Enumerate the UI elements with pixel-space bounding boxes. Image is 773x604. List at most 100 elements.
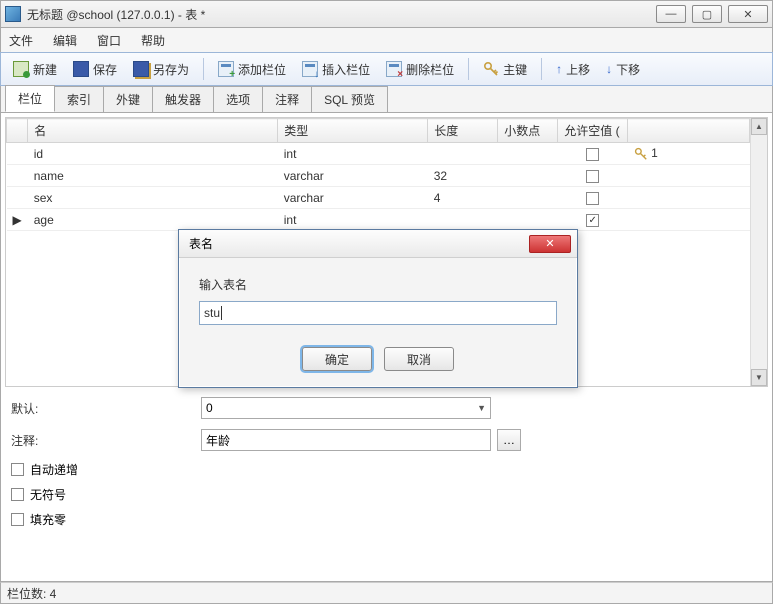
zerofill-checkbox[interactable] — [11, 513, 24, 526]
cell-null[interactable] — [558, 209, 628, 231]
cell-null[interactable] — [558, 143, 628, 165]
nullable-checkbox[interactable] — [586, 214, 599, 227]
cell-name[interactable]: id — [28, 143, 278, 165]
toolbar-add-column[interactable]: 添加栏位 — [212, 58, 292, 81]
tab-comment[interactable]: 注释 — [262, 86, 312, 112]
cell-pk[interactable] — [628, 165, 750, 187]
comment-more-button[interactable]: … — [497, 429, 521, 451]
cell-length[interactable] — [428, 143, 498, 165]
toolbar-move-up[interactable]: ↑ 上移 — [550, 58, 596, 81]
toolbar-move-down[interactable]: ↓ 下移 — [600, 58, 646, 81]
cell-pk[interactable] — [628, 209, 750, 231]
dialog-close-button[interactable]: ✕ — [529, 235, 571, 253]
table-row[interactable]: idint 1 — [7, 143, 750, 165]
window-titlebar: 无标题 @school (127.0.0.1) - 表 * — ▢ ✕ — [0, 0, 773, 28]
arrow-down-icon: ↓ — [606, 62, 612, 76]
grid-header-marker — [7, 119, 28, 143]
row-marker — [7, 143, 28, 165]
text-cursor — [221, 306, 222, 320]
default-select[interactable]: 0 ▼ — [201, 397, 491, 419]
cell-decimal[interactable] — [498, 143, 558, 165]
menu-help[interactable]: 帮助 — [141, 32, 165, 49]
toolbar-delete-column[interactable]: 删除栏位 — [380, 58, 460, 81]
toolbar-saveas[interactable]: 另存为 — [127, 58, 195, 81]
menu-edit[interactable]: 编辑 — [53, 32, 77, 49]
menu-file[interactable]: 文件 — [9, 32, 33, 49]
dialog-cancel-button[interactable]: 取消 — [384, 347, 454, 371]
table-name-input[interactable]: stu — [199, 301, 557, 325]
nullable-checkbox[interactable] — [586, 148, 599, 161]
tab-fields[interactable]: 栏位 — [5, 85, 55, 112]
arrow-up-icon: ↑ — [556, 62, 562, 76]
table-row[interactable]: namevarchar32 — [7, 165, 750, 187]
toolbar-new[interactable]: 新建 — [7, 58, 63, 81]
cell-decimal[interactable] — [498, 165, 558, 187]
status-bar: 栏位数: 4 — [0, 582, 773, 604]
minimize-button[interactable]: — — [656, 5, 686, 23]
unsigned-checkbox[interactable] — [11, 488, 24, 501]
tab-options[interactable]: 选项 — [213, 86, 263, 112]
app-icon — [5, 6, 21, 22]
tab-foreign-key[interactable]: 外键 — [103, 86, 153, 112]
cell-type[interactable]: int — [278, 209, 428, 231]
toolbar-movedown-label: 下移 — [616, 61, 640, 78]
dialog-ok-button[interactable]: 确定 — [302, 347, 372, 371]
tab-sql-preview[interactable]: SQL 预览 — [311, 86, 388, 112]
new-icon — [13, 61, 29, 77]
auto-increment-label: 自动递增 — [30, 461, 78, 478]
tab-trigger[interactable]: 触发器 — [152, 86, 214, 112]
scroll-down-button[interactable]: ▼ — [751, 369, 767, 386]
grid-header-length[interactable]: 长度 — [428, 119, 498, 143]
close-button[interactable]: ✕ — [728, 5, 768, 23]
nullable-checkbox[interactable] — [586, 170, 599, 183]
maximize-button[interactable]: ▢ — [692, 5, 722, 23]
toolbar-primary-key[interactable]: 主键 — [477, 58, 533, 81]
table-row[interactable]: ▶ageint — [7, 209, 750, 231]
row-marker — [7, 187, 28, 209]
grid-header-decimal[interactable]: 小数点 — [498, 119, 558, 143]
row-marker: ▶ — [7, 209, 28, 231]
cell-length[interactable]: 4 — [428, 187, 498, 209]
cell-null[interactable] — [558, 187, 628, 209]
grid-header-key[interactable] — [628, 119, 750, 143]
dialog-title: 表名 — [189, 235, 213, 252]
add-column-icon — [218, 61, 234, 77]
toolbar-moveup-label: 上移 — [566, 61, 590, 78]
toolbar-save-label: 保存 — [93, 61, 117, 78]
toolbar-separator — [468, 58, 469, 80]
cell-length[interactable] — [428, 209, 498, 231]
toolbar: 新建 保存 另存为 添加栏位 插入栏位 删除栏位 主键 ↑ 上移 ↓ 下移 — [0, 52, 773, 86]
cell-type[interactable]: varchar — [278, 165, 428, 187]
field-properties: 默认: 0 ▼ 注释: 年龄 … 自动递增 无符号 — [11, 397, 762, 536]
grid-header-null[interactable]: 允许空值 ( — [558, 119, 628, 143]
toolbar-insert-column[interactable]: 插入栏位 — [296, 58, 376, 81]
grid-scrollbar[interactable]: ▲ ▼ — [750, 118, 767, 386]
insert-column-icon — [302, 61, 318, 77]
scroll-up-button[interactable]: ▲ — [751, 118, 767, 135]
cell-type[interactable]: varchar — [278, 187, 428, 209]
saveas-icon — [133, 61, 149, 77]
grid-header-name[interactable]: 名 — [28, 119, 278, 143]
toolbar-addcol-label: 添加栏位 — [238, 61, 286, 78]
cell-pk[interactable] — [628, 187, 750, 209]
cell-name[interactable]: age — [28, 209, 278, 231]
cell-pk[interactable]: 1 — [628, 143, 750, 165]
nullable-checkbox[interactable] — [586, 192, 599, 205]
menu-window[interactable]: 窗口 — [97, 32, 121, 49]
cell-null[interactable] — [558, 165, 628, 187]
window-title: 无标题 @school (127.0.0.1) - 表 * — [27, 6, 656, 23]
auto-increment-checkbox[interactable] — [11, 463, 24, 476]
comment-input[interactable]: 年龄 — [201, 429, 491, 451]
cell-decimal[interactable] — [498, 209, 558, 231]
tab-index[interactable]: 索引 — [54, 86, 104, 112]
cell-name[interactable]: name — [28, 165, 278, 187]
table-name-value: stu — [204, 306, 220, 320]
cell-type[interactable]: int — [278, 143, 428, 165]
cell-decimal[interactable] — [498, 187, 558, 209]
cell-name[interactable]: sex — [28, 187, 278, 209]
toolbar-save[interactable]: 保存 — [67, 58, 123, 81]
table-row[interactable]: sexvarchar4 — [7, 187, 750, 209]
grid-header-type[interactable]: 类型 — [278, 119, 428, 143]
cell-length[interactable]: 32 — [428, 165, 498, 187]
row-marker — [7, 165, 28, 187]
